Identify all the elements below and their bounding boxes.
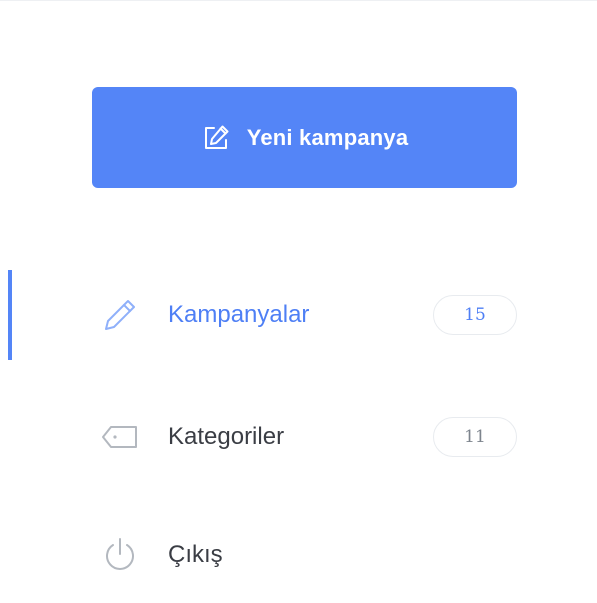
active-indicator bbox=[8, 270, 12, 360]
sidebar-item-label: Kategoriler bbox=[168, 423, 285, 450]
count-badge: 11 bbox=[433, 417, 517, 457]
sidebar-item-campaigns[interactable]: Kampanyalar 15 bbox=[100, 290, 520, 340]
count-badge: 15 bbox=[433, 295, 517, 335]
sidebar-item-categories[interactable]: Kategoriler 11 bbox=[100, 412, 520, 462]
sidebar-item-label: Kampanyalar bbox=[168, 301, 310, 328]
edit-icon bbox=[201, 123, 231, 153]
top-divider bbox=[0, 0, 597, 1]
power-icon bbox=[100, 535, 140, 575]
new-campaign-label: Yeni kampanya bbox=[246, 124, 409, 150]
sidebar-item-logout[interactable]: Çıkış bbox=[100, 530, 520, 580]
tag-icon bbox=[100, 417, 140, 457]
new-campaign-button[interactable]: Yeni kampanya bbox=[92, 87, 517, 188]
sidebar: Yeni kampanya Kampanyalar 15 Kategoriler… bbox=[0, 0, 597, 603]
pencil-icon bbox=[100, 295, 140, 335]
sidebar-item-label: Çıkış bbox=[168, 541, 223, 568]
